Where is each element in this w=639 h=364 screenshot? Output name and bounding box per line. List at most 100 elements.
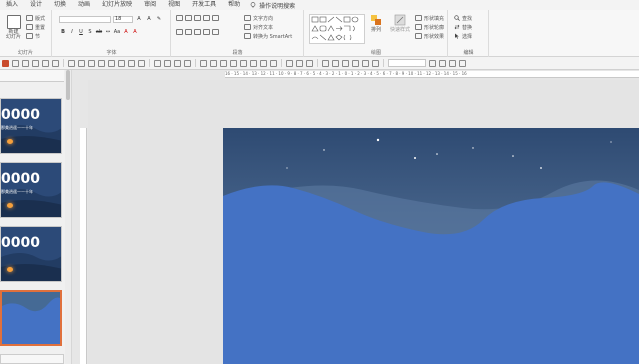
- tab-slideshow[interactable]: 幻灯片放映: [96, 0, 138, 10]
- italic-button[interactable]: I: [68, 29, 76, 36]
- font-color-tool-icon[interactable]: [352, 59, 359, 67]
- change-case-button[interactable]: Aa: [113, 29, 121, 36]
- distribute-vertical-icon[interactable]: [138, 59, 145, 67]
- slide-thumbnail-4-selected[interactable]: [0, 290, 62, 346]
- oval-tool-icon[interactable]: [240, 59, 247, 67]
- selection-pane-icon[interactable]: [306, 59, 313, 67]
- section-button[interactable]: 节: [26, 32, 45, 40]
- send-backward-icon[interactable]: [184, 59, 191, 67]
- textbox-tool-icon[interactable]: [250, 59, 257, 67]
- numbering-icon[interactable]: [185, 15, 192, 21]
- slide-thumbnail-1[interactable]: 0000 那美逍遥——十年: [0, 98, 62, 154]
- align-left-icon[interactable]: [176, 29, 183, 35]
- decrease-indent-icon[interactable]: [194, 15, 201, 21]
- shrink-font-icon[interactable]: A: [145, 16, 153, 23]
- shapes-gallery[interactable]: [309, 14, 365, 44]
- brush-icon[interactable]: [362, 59, 369, 67]
- grow-font-icon[interactable]: A: [135, 16, 143, 23]
- marker-icon[interactable]: [372, 59, 379, 67]
- current-slide[interactable]: [223, 128, 639, 364]
- font-color-icon[interactable]: A: [131, 29, 139, 36]
- text-direction-button[interactable]: 文字方向: [244, 14, 292, 22]
- bullets-icon[interactable]: [176, 15, 183, 21]
- tab-review[interactable]: 审阅: [138, 0, 162, 10]
- thumbnail-partial-previous[interactable]: [0, 70, 64, 82]
- editing-group: 查找 替换 选择 编辑: [449, 10, 489, 57]
- bold-button[interactable]: B: [59, 29, 67, 36]
- increase-indent-icon[interactable]: [203, 15, 210, 21]
- group-icon[interactable]: [154, 59, 161, 67]
- shape-outline-button[interactable]: 形状轮廓: [415, 23, 444, 31]
- shape-effects-button[interactable]: 形状效果: [415, 32, 444, 40]
- align-middle-tool-icon[interactable]: [108, 59, 115, 67]
- tab-design[interactable]: 设计: [24, 0, 48, 10]
- more-tools-icon[interactable]: [459, 59, 466, 67]
- select-button[interactable]: 选择: [454, 32, 472, 40]
- bring-forward-icon[interactable]: [174, 59, 181, 67]
- tell-me-search[interactable]: 操作说明搜索: [246, 1, 295, 10]
- align-center-icon[interactable]: [185, 29, 192, 35]
- align-right-tool-icon[interactable]: [88, 59, 95, 67]
- eyedropper-icon[interactable]: [342, 59, 349, 67]
- crop-icon[interactable]: [286, 59, 293, 67]
- tab-view[interactable]: 视图: [162, 0, 186, 10]
- ungroup-icon[interactable]: [164, 59, 171, 67]
- slide-thumbnail-3[interactable]: 0000: [0, 226, 62, 282]
- slides-group: 新建 幻灯片 版式 重置 节 幻灯片: [0, 10, 52, 57]
- merge-shapes-icon[interactable]: [260, 59, 267, 67]
- shape-outline-tool-icon[interactable]: [210, 59, 217, 67]
- new-slide-button[interactable]: 新建 幻灯片: [6, 15, 21, 40]
- pen-icon[interactable]: [322, 59, 329, 67]
- undo-icon[interactable]: [42, 59, 49, 67]
- edit-points-icon[interactable]: [270, 59, 277, 67]
- layout-button[interactable]: 版式: [26, 14, 45, 22]
- tab-developer[interactable]: 开发工具: [186, 0, 222, 10]
- reset-button[interactable]: 重置: [26, 23, 45, 31]
- align-center-tool-icon[interactable]: [78, 59, 85, 67]
- tab-animations[interactable]: 动画: [72, 0, 96, 10]
- new-file-icon[interactable]: [12, 59, 19, 67]
- rectangle-tool-icon[interactable]: [220, 59, 227, 67]
- strikethrough-button[interactable]: ab: [95, 29, 103, 36]
- highlighter-icon[interactable]: [332, 59, 339, 67]
- align-text-button[interactable]: 对齐文本: [244, 23, 292, 31]
- line-spacing-icon[interactable]: [212, 15, 219, 21]
- align-left-tool-icon[interactable]: [68, 59, 75, 67]
- thumbnail-scrollbar[interactable]: [65, 70, 71, 364]
- convert-smartart-button[interactable]: 转换为 SmartArt: [244, 32, 292, 40]
- align-right-icon[interactable]: [194, 29, 201, 35]
- picture-icon[interactable]: [296, 59, 303, 67]
- open-folder-icon[interactable]: [22, 59, 29, 67]
- grow-font-tool-icon[interactable]: [429, 59, 436, 67]
- font-name-combo[interactable]: [59, 16, 111, 23]
- shape-fill-tool-icon[interactable]: [200, 59, 207, 67]
- clear-format-icon[interactable]: ✎: [155, 16, 163, 23]
- underline-button[interactable]: U: [77, 29, 85, 36]
- highlight-color-icon[interactable]: A: [122, 29, 130, 36]
- distribute-horizontal-icon[interactable]: [128, 59, 135, 67]
- tab-insert[interactable]: 插入: [0, 0, 24, 10]
- align-top-tool-icon[interactable]: [98, 59, 105, 67]
- shadow-button[interactable]: S: [86, 29, 94, 36]
- columns-icon[interactable]: [212, 29, 219, 35]
- quick-styles-button[interactable]: 快速样式: [390, 14, 410, 33]
- shape-fill-button[interactable]: 形状填充: [415, 14, 444, 22]
- justify-icon[interactable]: [203, 29, 210, 35]
- rounded-rectangle-tool-icon[interactable]: [230, 59, 237, 67]
- align-bottom-tool-icon[interactable]: [118, 59, 125, 67]
- slide-thumbnail-2[interactable]: 0000 那美逍遥——十年: [0, 162, 62, 218]
- save-icon[interactable]: [32, 59, 39, 67]
- redo-icon[interactable]: [52, 59, 59, 67]
- scrollbar-thumb[interactable]: [66, 70, 70, 100]
- tab-help[interactable]: 帮助: [222, 0, 246, 10]
- thumbnail-partial-next[interactable]: [0, 354, 64, 364]
- find-button[interactable]: 查找: [454, 14, 472, 22]
- arrange-button[interactable]: 排列: [370, 14, 382, 33]
- tab-transitions[interactable]: 切换: [48, 0, 72, 10]
- font-size-tool-combo[interactable]: [388, 59, 426, 67]
- font-size-combo[interactable]: 18: [113, 16, 133, 23]
- spacing-button[interactable]: ↔: [104, 29, 112, 36]
- shrink-font-tool-icon[interactable]: [439, 59, 446, 67]
- rotate-icon[interactable]: [449, 59, 456, 67]
- replace-button[interactable]: 替换: [454, 23, 472, 31]
